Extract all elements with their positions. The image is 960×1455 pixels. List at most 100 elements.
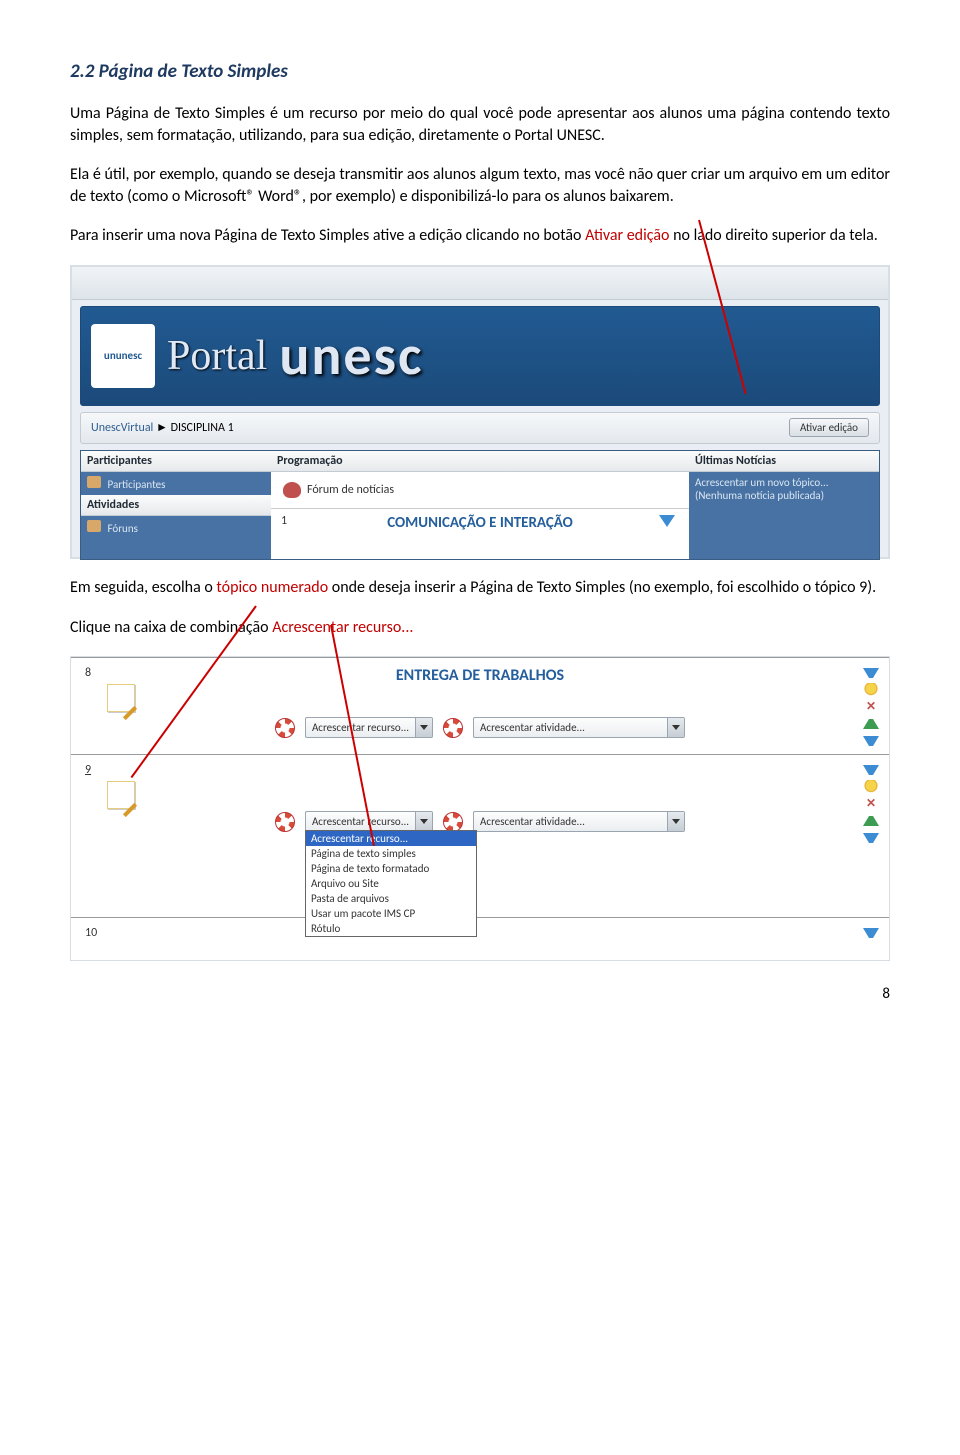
para3-red: Ativar edição	[585, 226, 669, 245]
add-resource-combo-8[interactable]: Acrescentar recurso...	[305, 717, 433, 738]
forum-noticias-link[interactable]: Fórum de notícias	[307, 483, 394, 497]
topic-9-add-row: Acrescentar recurso... Acrescentar recur…	[71, 801, 889, 842]
edit-summary-icon-9[interactable]	[107, 781, 135, 809]
logo-bottom: unesc	[116, 350, 142, 362]
breadcrumb-row: UnescVirtual ► DISCIPLINA 1 Ativar ediçã…	[80, 412, 880, 444]
highlight-icon[interactable]	[863, 683, 879, 697]
hide-icon[interactable]	[863, 797, 879, 811]
combo-arrow-icon[interactable]	[415, 812, 432, 831]
topic-9-controls	[863, 763, 879, 845]
move-down2-icon[interactable]	[863, 734, 879, 748]
topic-10-controls	[863, 926, 879, 940]
main-column: Programação Fórum de notícias 1 COMUNICA…	[271, 451, 689, 559]
add-topic-link[interactable]: Acrescentar um novo tópico...	[695, 476, 873, 489]
unesc-logo: un unesc	[91, 324, 155, 388]
breadcrumb-home[interactable]: UnescVirtual	[91, 421, 153, 435]
left-sidebar: Participantes Participantes Atividades F…	[81, 451, 271, 559]
para4-red: tópico numerado	[216, 578, 328, 597]
topic-title: COMUNICAÇÃO E INTERAÇÃO	[387, 514, 573, 532]
banner-unesc-text: unesc	[279, 322, 423, 390]
participantes-link[interactable]: Participantes	[108, 478, 166, 491]
noticias-body: Acrescentar um novo tópico... (Nenhuma n…	[689, 472, 879, 506]
topic-10: 10	[71, 917, 889, 960]
add-activity-combo-9[interactable]: Acrescentar atividade...	[473, 811, 685, 832]
participantes-header: Participantes	[81, 451, 271, 472]
portal-body: Participantes Participantes Atividades F…	[80, 450, 880, 560]
topic-10-number: 10	[85, 926, 97, 940]
move-down-icon[interactable]	[863, 763, 879, 777]
move-down2-icon[interactable]	[863, 831, 879, 845]
collapse-icon[interactable]	[659, 515, 675, 527]
paragraph-1: Uma Página de Texto Simples é um recurso…	[70, 103, 890, 146]
paragraph-2: Ela é útil, por exemplo, quando se desej…	[70, 164, 890, 207]
para5-red: Acrescentar recurso...	[272, 618, 413, 637]
para4-b: onde deseja inserir a Página de Texto Si…	[328, 578, 876, 597]
breadcrumb: UnescVirtual ► DISCIPLINA 1	[91, 420, 234, 435]
dd-item-pasta[interactable]: Pasta de arquivos	[306, 891, 476, 906]
topic-8-title: ENTREGA DE TRABALHOS	[71, 664, 889, 685]
help-icon[interactable]	[275, 718, 295, 738]
help-icon-2[interactable]	[443, 718, 463, 738]
section-heading: 2.2 Página de Texto Simples	[70, 60, 890, 83]
logo-top: un	[104, 350, 116, 362]
atividades-body: Fóruns	[81, 516, 271, 539]
page-number: 8	[70, 985, 890, 1003]
dd-item-placeholder[interactable]: Acrescentar recurso...	[306, 831, 476, 846]
ativar-edicao-button[interactable]: Ativar edição	[789, 418, 869, 437]
dd-item-rotulo[interactable]: Rótulo	[306, 921, 476, 936]
help-icon[interactable]	[275, 812, 295, 832]
paragraph-5: Clique na caixa de combinação Acrescenta…	[70, 617, 890, 639]
topic-8-number: 8	[85, 666, 91, 680]
paragraph-4: Em seguida, escolha o tópico numerado on…	[70, 577, 890, 599]
edit-summary-icon[interactable]	[107, 684, 135, 712]
help-icon-2[interactable]	[443, 812, 463, 832]
banner-portal-text: Portal	[167, 332, 267, 380]
programacao-header: Programação	[271, 451, 689, 472]
atividades-header: Atividades	[81, 495, 271, 516]
screenshot-portal: PROFESSOR1 TREINAMENTO (Sair) un unesc P…	[70, 265, 890, 559]
noticias-panel: Últimas Notícias Acrescentar um novo tóp…	[689, 451, 879, 506]
hide-icon[interactable]	[863, 700, 879, 714]
people-icon	[87, 476, 101, 488]
dd-item-ims[interactable]: Usar um pacote IMS CP	[306, 906, 476, 921]
atividades-panel: Atividades Fóruns	[81, 495, 271, 539]
move-up-icon[interactable]	[863, 814, 879, 828]
add-activity-label-9: Acrescentar atividade...	[474, 815, 667, 828]
no-news-text: (Nenhuma notícia publicada)	[695, 489, 873, 502]
add-resource-label-9: Acrescentar recurso...	[306, 815, 415, 828]
dd-item-texto-simples[interactable]: Página de texto simples	[306, 846, 476, 861]
portal-banner: un unesc Portal unesc	[80, 306, 880, 406]
topic-1-header: 1 COMUNICAÇÃO E INTERAÇÃO	[271, 508, 689, 537]
move-up-icon[interactable]	[863, 717, 879, 731]
breadcrumb-current: DISCIPLINA 1	[171, 421, 234, 435]
para4-a: Em seguida, escolha o	[70, 578, 216, 597]
move-down-icon[interactable]	[863, 926, 879, 940]
participantes-body: Participantes	[81, 472, 271, 495]
noticias-header: Últimas Notícias	[689, 451, 879, 472]
combo-arrow-icon[interactable]	[415, 718, 432, 737]
paragraph-3: Para inserir uma nova Página de Texto Si…	[70, 225, 890, 247]
move-down-icon[interactable]	[863, 666, 879, 680]
forum-icon	[87, 520, 101, 532]
topic-8: 8 ENTREGA DE TRABALHOS Acrescentar recur…	[71, 657, 889, 754]
para3-a: Para inserir uma nova Página de Texto Si…	[70, 226, 585, 245]
combo-arrow-icon[interactable]	[667, 718, 684, 737]
forum-noticias-row: Fórum de notícias	[271, 472, 689, 508]
screenshot-topics: 8 ENTREGA DE TRABALHOS Acrescentar recur…	[70, 656, 890, 961]
combo-arrow-icon[interactable]	[667, 812, 684, 831]
add-activity-label: Acrescentar atividade...	[474, 721, 667, 734]
topic-8-add-row: Acrescentar recurso... Acrescentar ativi…	[71, 707, 889, 748]
topic-9-number: 9	[85, 763, 91, 777]
participantes-panel: Participantes Participantes	[81, 451, 271, 495]
breadcrumb-sep: ►	[156, 421, 171, 435]
foruns-link[interactable]: Fóruns	[108, 522, 138, 535]
add-activity-combo-8[interactable]: Acrescentar atividade...	[473, 717, 685, 738]
add-resource-label: Acrescentar recurso...	[306, 721, 415, 734]
forum-noticias-icon	[283, 482, 301, 498]
resource-dropdown-list: Acrescentar recurso... Página de texto s…	[305, 830, 477, 937]
highlight-icon[interactable]	[863, 780, 879, 794]
topic-9: 9 Acrescentar recurso... Acrescentar rec…	[71, 754, 889, 917]
dd-item-texto-formatado[interactable]: Página de texto formatado	[306, 861, 476, 876]
dd-item-arquivo-site[interactable]: Arquivo ou Site	[306, 876, 476, 891]
window-chrome	[72, 267, 888, 300]
